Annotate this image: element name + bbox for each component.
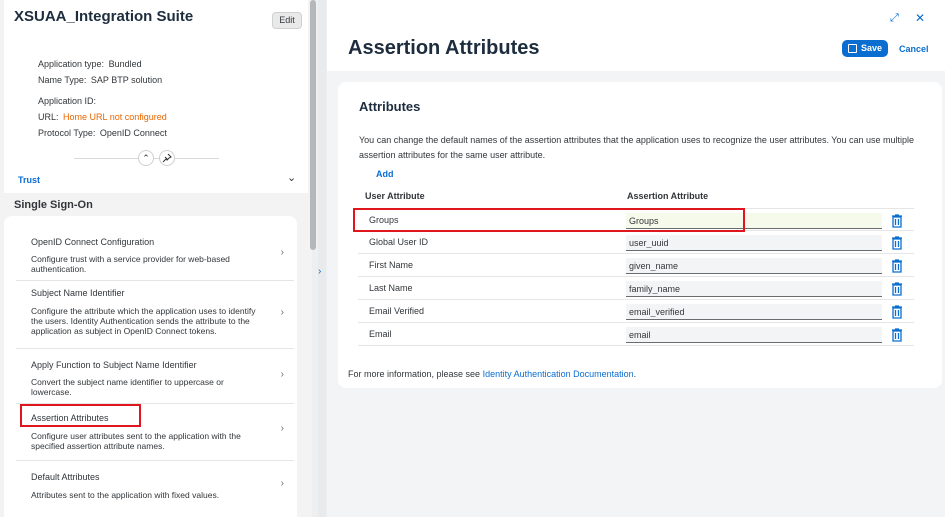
pin-header-button[interactable] xyxy=(159,150,175,166)
list-item-title: Apply Function to Subject Name Identifie… xyxy=(31,360,197,370)
user-attribute-cell: Global User ID xyxy=(369,237,429,247)
table-row: Last Name xyxy=(358,277,914,300)
single-sign-on-list: OpenID Connect Configuration Configure t… xyxy=(4,216,297,517)
chevron-right-icon: › xyxy=(280,423,284,434)
name-type-row: Name Type: SAP BTP solution xyxy=(38,75,162,85)
chevron-up-icon: ⌃ xyxy=(142,153,150,163)
save-icon xyxy=(848,44,857,53)
list-item-title: Subject Name Identifier xyxy=(31,288,125,298)
trash-icon[interactable] xyxy=(890,281,904,297)
left-scrollbar[interactable] xyxy=(310,0,316,250)
name-type-value: SAP BTP solution xyxy=(90,75,163,85)
assertion-attribute-input[interactable] xyxy=(626,304,882,320)
fullscreen-icon[interactable]: ⤢ xyxy=(890,12,899,25)
trash-icon[interactable] xyxy=(890,213,904,229)
list-item-openid-connect-configuration[interactable]: OpenID Connect Configuration Configure t… xyxy=(16,226,294,281)
user-attribute-cell: First Name xyxy=(369,260,414,270)
table-row: Email xyxy=(358,323,914,346)
panel-divider xyxy=(318,0,326,517)
save-button-label: Save xyxy=(860,43,882,53)
url-value: Home URL not configured xyxy=(63,112,167,122)
user-attribute-cell: Last Name xyxy=(369,283,413,293)
attributes-card: Attributes You can change the default na… xyxy=(338,82,942,388)
chevron-right-icon: › xyxy=(280,307,284,318)
list-item-default-attributes[interactable]: Default Attributes Attributes sent to th… xyxy=(16,461,294,517)
expand-left-panel-icon[interactable]: › xyxy=(318,266,321,277)
user-attribute-cell: Email Verified xyxy=(369,306,425,316)
user-attribute-cell: Email xyxy=(369,329,392,339)
attributes-description: You can change the default names of the … xyxy=(359,135,915,160)
protocol-type-value: OpenID Connect xyxy=(99,128,167,138)
collapse-header-button[interactable]: ⌃ xyxy=(138,150,154,166)
more-information-text: For more information, please see Identit… xyxy=(348,369,636,379)
highlight-groups-row xyxy=(353,208,745,232)
add-button[interactable]: Add xyxy=(376,169,394,179)
list-item-subject-name-identifier[interactable]: Subject Name Identifier Configure the at… xyxy=(16,281,294,349)
table-row: First Name xyxy=(358,254,914,277)
attributes-title: Attributes xyxy=(359,99,421,114)
assertion-attribute-input[interactable] xyxy=(626,258,882,274)
edit-button[interactable]: Edit xyxy=(272,12,302,29)
list-item-title: OpenID Connect Configuration xyxy=(31,237,155,247)
single-sign-on-title: Single Sign-On xyxy=(14,199,93,211)
highlight-assertion-attributes xyxy=(20,404,141,427)
column-header-user-attribute: User Attribute xyxy=(365,191,425,201)
list-item-description: Attributes sent to the application with … xyxy=(31,490,220,500)
application-type-label: Application type: xyxy=(38,59,105,69)
protocol-type-row: Protocol Type: OpenID Connect xyxy=(38,128,167,138)
chevron-down-icon[interactable]: ⌄ xyxy=(287,171,296,184)
trash-icon[interactable] xyxy=(890,327,904,343)
trash-icon[interactable] xyxy=(890,258,904,274)
table-row: Email Verified xyxy=(358,300,914,323)
close-icon[interactable]: ✕ xyxy=(915,11,925,25)
detail-header: Assertion Attributes ⤢ ✕ Save Cancel xyxy=(327,0,945,71)
trust-section-link[interactable]: Trust xyxy=(18,175,40,185)
cancel-button[interactable]: Cancel xyxy=(899,44,929,54)
assertion-attribute-input[interactable] xyxy=(626,327,882,343)
page-title: Assertion Attributes xyxy=(348,37,540,59)
protocol-type-label: Protocol Type: xyxy=(38,128,96,138)
chevron-right-icon: › xyxy=(280,247,284,258)
application-id-label: Application ID: xyxy=(38,96,97,106)
list-item-apply-function[interactable]: Apply Function to Subject Name Identifie… xyxy=(16,349,294,404)
list-item-description: Convert the subject name identifier to u… xyxy=(31,377,224,397)
assertion-attribute-input[interactable] xyxy=(626,281,882,297)
list-item-description: Configure trust with a service provider … xyxy=(31,254,230,274)
more-information-prefix: For more information, please see xyxy=(348,369,483,379)
application-id-row: Application ID: xyxy=(38,96,96,106)
list-item-description: Configure the attribute which the applic… xyxy=(31,306,256,336)
trash-icon[interactable] xyxy=(890,235,904,251)
left-column: XSUAA_Integration Suite Edit Application… xyxy=(0,0,312,517)
application-header: XSUAA_Integration Suite Edit Application… xyxy=(4,0,308,193)
more-information-suffix: . xyxy=(633,369,637,379)
column-header-assertion-attribute: Assertion Attribute xyxy=(627,191,709,201)
table-row: Global User ID xyxy=(358,231,914,254)
detail-panel: Assertion Attributes ⤢ ✕ Save Cancel Att… xyxy=(327,0,945,517)
application-type-value: Bundled xyxy=(108,59,142,69)
pin-icon xyxy=(162,153,172,163)
url-label: URL: xyxy=(38,112,59,122)
assertion-attribute-input[interactable] xyxy=(626,235,882,251)
save-button[interactable]: Save xyxy=(842,40,888,57)
url-row: URL: Home URL not configured xyxy=(38,112,167,122)
chevron-right-icon: › xyxy=(280,369,284,380)
chevron-right-icon: › xyxy=(280,478,284,489)
list-item-title: Default Attributes xyxy=(31,472,100,482)
application-title: XSUAA_Integration Suite xyxy=(14,8,194,25)
name-type-label: Name Type: xyxy=(38,75,87,85)
trash-icon[interactable] xyxy=(890,304,904,320)
application-type-row: Application type: Bundled xyxy=(38,59,142,69)
list-item-description: Configure user attributes sent to the ap… xyxy=(31,431,241,451)
documentation-link[interactable]: Identity Authentication Documentation xyxy=(483,369,634,379)
